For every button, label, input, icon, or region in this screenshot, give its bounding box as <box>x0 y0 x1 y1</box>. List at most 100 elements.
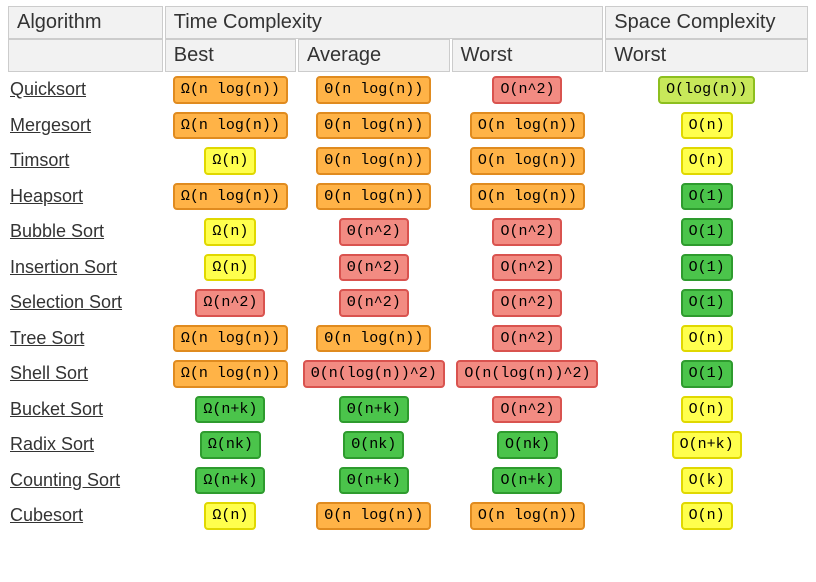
algorithm-link[interactable]: Counting Sort <box>10 470 120 490</box>
worst-cell: O(n log(n)) <box>452 498 604 534</box>
algorithm-link[interactable]: Bucket Sort <box>10 399 103 419</box>
complexity-chip: Θ(n^2) <box>339 254 409 282</box>
best-cell: Ω(n) <box>165 143 296 179</box>
complexity-chip: O(n) <box>681 502 733 530</box>
algorithm-cell: Tree Sort <box>8 321 163 357</box>
complexity-table: Algorithm Time Complexity Space Complexi… <box>6 6 810 534</box>
algorithm-link[interactable]: Heapsort <box>10 186 83 206</box>
space-cell: O(log(n)) <box>605 72 808 108</box>
space-cell: O(k) <box>605 463 808 499</box>
algorithm-link[interactable]: Bubble Sort <box>10 221 104 241</box>
complexity-chip: Θ(n(log(n))^2) <box>303 360 445 388</box>
avg-cell: Θ(n^2) <box>298 250 450 286</box>
algorithm-link[interactable]: Mergesort <box>10 115 91 135</box>
table-row: Tree Sort Ω(n log(n)) Θ(n log(n)) O(n^2) O(n… <box>8 321 808 357</box>
avg-cell: Θ(n log(n)) <box>298 498 450 534</box>
complexity-chip: O(1) <box>681 289 733 317</box>
complexity-chip: O(nk) <box>497 431 558 459</box>
complexity-chip: Θ(n log(n)) <box>316 112 431 140</box>
complexity-chip: O(n) <box>681 325 733 353</box>
space-cell: O(1) <box>605 285 808 321</box>
complexity-chip: Ω(n) <box>204 218 256 246</box>
best-cell: Ω(n log(n)) <box>165 179 296 215</box>
complexity-chip: O(1) <box>681 254 733 282</box>
complexity-chip: Ω(n log(n)) <box>173 325 288 353</box>
complexity-chip: O(1) <box>681 183 733 211</box>
table-row: Counting Sort Ω(n+k) Θ(n+k) O(n+k) O(k) <box>8 463 808 499</box>
algorithm-link[interactable]: Tree Sort <box>10 328 84 348</box>
complexity-chip: O(n^2) <box>492 76 562 104</box>
algorithm-link[interactable]: Selection Sort <box>10 292 122 312</box>
algorithm-cell: Selection Sort <box>8 285 163 321</box>
table-row: TimsortΩ(n)Θ(n log(n))O(n log(n))O(n) <box>8 143 808 179</box>
avg-cell: Θ(n+k) <box>298 392 450 428</box>
best-cell: Ω(n) <box>165 250 296 286</box>
complexity-chip: Θ(n log(n)) <box>316 325 431 353</box>
complexity-chip: Θ(n log(n)) <box>316 502 431 530</box>
best-cell: Ω(n log(n)) <box>165 108 296 144</box>
space-cell: O(n) <box>605 108 808 144</box>
algorithm-cell: Mergesort <box>8 108 163 144</box>
algorithm-link[interactable]: Quicksort <box>10 79 86 99</box>
best-cell: Ω(n+k) <box>165 392 296 428</box>
header-algorithm: Algorithm <box>8 6 163 39</box>
avg-cell: Θ(n log(n)) <box>298 321 450 357</box>
worst-cell: O(n+k) <box>452 463 604 499</box>
complexity-chip: O(n log(n)) <box>470 183 585 211</box>
complexity-chip: O(1) <box>681 360 733 388</box>
header-space: Space Complexity <box>605 6 808 39</box>
table-row: Insertion Sort Ω(n) Θ(n^2) O(n^2) O(1) <box>8 250 808 286</box>
algorithm-link[interactable]: Timsort <box>10 150 69 170</box>
algorithm-cell: Bubble Sort <box>8 214 163 250</box>
complexity-chip: O(n^2) <box>492 289 562 317</box>
complexity-chip: O(n log(n)) <box>470 502 585 530</box>
algorithm-link[interactable]: Insertion Sort <box>10 257 117 277</box>
table-row: Selection SortΩ(n^2)Θ(n^2)O(n^2)O(1) <box>8 285 808 321</box>
complexity-chip: Ω(n) <box>204 147 256 175</box>
complexity-chip: O(n(log(n))^2) <box>456 360 598 388</box>
complexity-chip: O(n^2) <box>492 218 562 246</box>
header-best: Best <box>165 39 296 72</box>
header-space-worst: Worst <box>605 39 808 72</box>
complexity-chip: O(k) <box>681 467 733 495</box>
complexity-chip: O(n log(n)) <box>470 147 585 175</box>
algorithm-cell: Heapsort <box>8 179 163 215</box>
worst-cell: O(n log(n)) <box>452 143 604 179</box>
avg-cell: Θ(n log(n)) <box>298 108 450 144</box>
space-cell: O(1) <box>605 250 808 286</box>
best-cell: Ω(n log(n)) <box>165 321 296 357</box>
algorithm-link[interactable]: Shell Sort <box>10 363 88 383</box>
complexity-chip: Θ(n+k) <box>339 467 409 495</box>
complexity-chip: Ω(n log(n)) <box>173 76 288 104</box>
avg-cell: Θ(n+k) <box>298 463 450 499</box>
complexity-chip: Ω(n log(n)) <box>173 360 288 388</box>
avg-cell: Θ(n log(n)) <box>298 72 450 108</box>
header-blank <box>8 39 163 72</box>
best-cell: Ω(n) <box>165 214 296 250</box>
table-row: CubesortΩ(n)Θ(n log(n))O(n log(n))O(n) <box>8 498 808 534</box>
algorithm-cell: Counting Sort <box>8 463 163 499</box>
worst-cell: O(n^2) <box>452 321 604 357</box>
complexity-chip: Ω(n log(n)) <box>173 183 288 211</box>
worst-cell: O(n^2) <box>452 285 604 321</box>
complexity-chip: Θ(nk) <box>343 431 404 459</box>
worst-cell: O(n^2) <box>452 250 604 286</box>
space-cell: O(1) <box>605 179 808 215</box>
algorithm-cell: Quicksort <box>8 72 163 108</box>
complexity-chip: Θ(n^2) <box>339 218 409 246</box>
complexity-chip: O(n+k) <box>492 467 562 495</box>
best-cell: Ω(nk) <box>165 427 296 463</box>
avg-cell: Θ(n^2) <box>298 285 450 321</box>
complexity-chip: O(n log(n)) <box>470 112 585 140</box>
algorithm-cell: Cubesort <box>8 498 163 534</box>
complexity-chip: Ω(n+k) <box>195 467 265 495</box>
avg-cell: Θ(n^2) <box>298 214 450 250</box>
algorithm-link[interactable]: Radix Sort <box>10 434 94 454</box>
space-cell: O(n+k) <box>605 427 808 463</box>
algorithm-cell: Timsort <box>8 143 163 179</box>
algorithm-link[interactable]: Cubesort <box>10 505 83 525</box>
best-cell: Ω(n log(n)) <box>165 72 296 108</box>
header-worst: Worst <box>452 39 604 72</box>
table-row: Quicksort Ω(n log(n)) Θ(n log(n)) O(n^2) O(l… <box>8 72 808 108</box>
space-cell: O(n) <box>605 321 808 357</box>
